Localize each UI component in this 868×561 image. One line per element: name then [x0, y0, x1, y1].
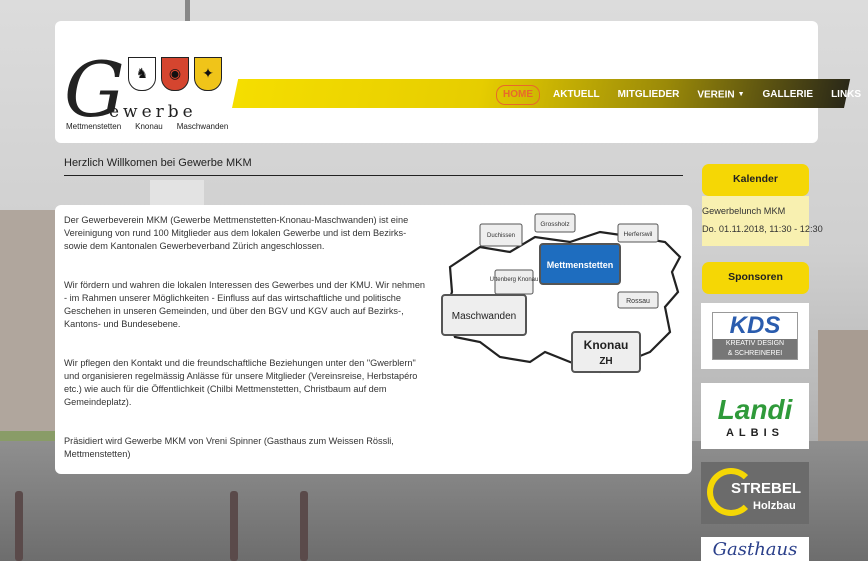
calendar-body — [702, 196, 809, 246]
map-sign: ZH — [599, 356, 612, 367]
map-sign: Knonau — [584, 338, 629, 352]
map-sign: Duchissen — [487, 233, 515, 239]
nav-mitglieder[interactable]: MITGLIEDER — [609, 86, 689, 104]
sponsor-name: Gasthaus — [712, 538, 798, 560]
map-sign: Uttenberg Knonau — [490, 277, 539, 283]
nav-links[interactable]: LINKS — [822, 86, 868, 104]
chevron-down-icon: ▼ — [737, 91, 745, 98]
logo-place: Knonau — [135, 122, 163, 131]
logo-place: Mettmenstetten — [66, 122, 122, 131]
sponsor-tagline: KREATIV DESIGN — [713, 339, 797, 349]
paragraph: Wir pflegen den Kontakt und die freundsc… — [64, 358, 418, 407]
map-sign: Herferswil — [624, 231, 653, 238]
region-map: Duchissen Grossholz Herferswil Uttenberg… — [441, 213, 682, 374]
page-title: Herzlich Willkomen bei Gewerbe MKM — [64, 157, 252, 169]
nav-gallerie[interactable]: GALLERIE — [754, 86, 823, 104]
sponsor-tagline: ALBIS — [725, 427, 784, 439]
nav-aktuell[interactable]: AKTUELL — [544, 86, 609, 104]
sponsor-name: Landi — [717, 394, 793, 425]
main-navigation: HOME AKTUELL MITGLIEDER VEREIN ▼ GALLERIE… — [496, 85, 868, 105]
sponsors-title: Sponsoren — [702, 262, 809, 294]
paragraph: Wir fördern und wahren die lokalen Inter… — [64, 280, 426, 329]
crest-knonau-icon: ◉ — [161, 57, 189, 91]
logo-word: ewerbe — [109, 102, 197, 122]
calendar-date: Do. 01.11.2018, 11:30 - 12:30 — [702, 224, 823, 234]
sponsor-name: STREBEL — [731, 480, 802, 497]
calendar-title: Kalender — [702, 164, 809, 196]
map-sign: Grossholz — [540, 221, 569, 228]
site-logo[interactable]: G ♞ ◉ ✦ ewerbe Mettmenstetten Knonau Mas… — [64, 52, 229, 134]
sponsor-gasthaus[interactable]: Gasthaus — [701, 537, 809, 561]
map-sign: Mettmenstetten — [547, 260, 614, 270]
sponsor-strebel[interactable]: STREBEL Holzbau — [701, 462, 809, 524]
nav-home[interactable]: HOME — [496, 85, 540, 105]
logo-place: Maschwanden — [176, 122, 229, 131]
map-sign: Maschwanden — [452, 311, 516, 322]
divider — [64, 175, 683, 176]
crest-mettmenstetten-icon: ♞ — [128, 57, 156, 91]
sponsor-landi[interactable]: Landi ALBIS — [701, 383, 809, 449]
sponsor-kds[interactable]: KDS KREATIV DESIGN & SCHREINEREI — [701, 303, 809, 369]
sponsor-tagline: & SCHREINEREI — [713, 349, 797, 359]
logo-places: Mettmenstetten Knonau Maschwanden — [66, 122, 228, 131]
paragraph: Der Gewerbeverein MKM (Gewerbe Mettmenst… — [64, 215, 409, 251]
calendar-event[interactable]: Gewerbelunch MKM — [702, 206, 785, 216]
paragraph: Präsidiert wird Gewerbe MKM von Vreni Sp… — [64, 436, 394, 459]
nav-verein-label: VEREIN — [697, 89, 735, 101]
nav-verein[interactable]: VEREIN ▼ — [688, 86, 753, 104]
sponsor-tagline: Holzbau — [753, 500, 796, 512]
map-sign: Rossau — [626, 298, 650, 305]
crest-maschwanden-icon: ✦ — [194, 57, 222, 91]
sponsor-name: KDS — [729, 312, 781, 339]
